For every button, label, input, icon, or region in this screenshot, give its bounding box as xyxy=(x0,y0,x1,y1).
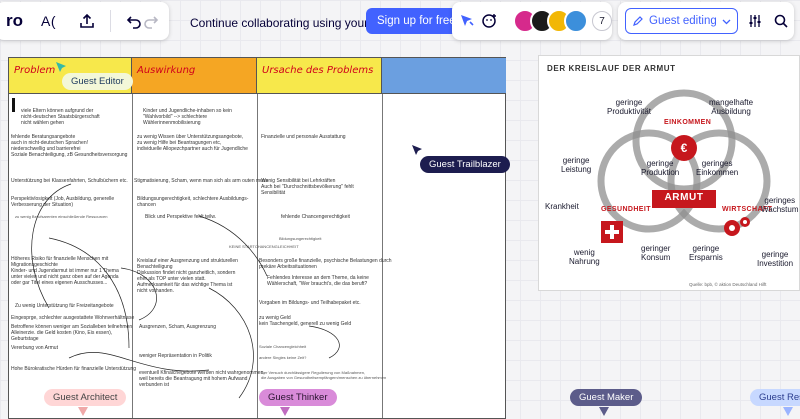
sticky-note[interactable]: Unterstützung bei Klassenfahrten, Schulb… xyxy=(11,178,128,184)
comment-add-icon[interactable] xyxy=(479,6,502,36)
section-gesundheit: GESUNDHEIT xyxy=(601,206,651,213)
sticky-note[interactable]: Wenig Sensibilität bei Lehrkräften Auch … xyxy=(261,178,354,196)
sticky-note[interactable]: Eingesprge, schlechter ausgestattete Woh… xyxy=(11,315,134,321)
image-source: Quelle: bpb, © aktion Deutschland Hilft xyxy=(689,282,767,287)
label-geringe-produktion: geringe Produktion xyxy=(641,159,680,177)
sticky-note[interactable]: Kinder und Jugendliche-inhaben so kein "… xyxy=(143,108,232,126)
poverty-cycle-image[interactable]: DER KREISLAUF DER ARMUT € ARMUT EINKOMME… xyxy=(538,55,800,291)
pencil-icon xyxy=(633,16,643,26)
label-geringe-investition: geringe Investition xyxy=(757,250,794,268)
label-geringes-einkommen: geringes Einkommen xyxy=(696,159,739,177)
sticky-note[interactable]: andere Singles keine Zeit? xyxy=(259,355,306,360)
label-geringe-leistung: geringe Leistung xyxy=(561,156,592,174)
sticky-note[interactable]: Soziale Chancengleichheit xyxy=(259,344,306,349)
sticky-note[interactable]: KEINE STARTCHANCENGLEICHHEIT xyxy=(229,244,299,249)
guest-editing-label: Guest editing xyxy=(649,15,717,27)
label-geringe-produktivitaet: geringe Produktivität xyxy=(607,98,652,116)
sticky-note[interactable]: Vererbung von Armut xyxy=(11,345,58,351)
sticky-note[interactable]: fehlende Beratungsangebote auch in nicht… xyxy=(11,134,127,158)
cursor-arrow-maker xyxy=(599,407,609,416)
header-empty[interactable] xyxy=(382,58,506,94)
sticky-note[interactable]: zu wenig Berufsarenten einschließende Re… xyxy=(15,214,108,219)
sticky-note[interactable]: Blick und Perspektive fehlt teilw. xyxy=(145,214,216,220)
label-geringe-ersparnis: geringe Ersparnis xyxy=(689,244,723,262)
sticky-note[interactable]: Perspektivlosigkeit (Job, Ausbildung, ge… xyxy=(11,196,114,208)
sticky-note[interactable]: eventuell Kfinalchegebote werden nicht w… xyxy=(139,370,265,388)
right-toolbar: 7 xyxy=(452,2,612,40)
reactions-icon[interactable] xyxy=(456,6,479,36)
app-logo[interactable]: ro xyxy=(4,11,23,31)
center-text: ARMUT xyxy=(664,192,704,203)
header-problem-label: Problem xyxy=(14,65,56,76)
participant-count[interactable]: 7 xyxy=(592,11,612,31)
sticky-note[interactable]: Vorgaben im Bildungs- und Teilhabepaket … xyxy=(259,300,361,306)
sticky-note[interactable]: viele Eltern können aufgrund der nicht-d… xyxy=(21,108,100,126)
problem-table-frame[interactable]: Problem Auswirkung Ursache des Problems … xyxy=(8,57,506,419)
sticky-note[interactable]: weniger Repräsentation in Politik xyxy=(139,353,212,359)
sticky-note[interactable]: Besonders große finanzielle, psychische … xyxy=(259,258,392,270)
board-name[interactable]: A( xyxy=(41,13,56,29)
chevron-down-icon xyxy=(722,19,731,24)
cursor-arrow-rese xyxy=(783,407,793,416)
header-auswirkung[interactable]: Auswirkung xyxy=(132,58,257,94)
header-ursache[interactable]: Ursache des Problems xyxy=(257,58,382,94)
cursor-guest-thinker: Guest Thinker xyxy=(259,389,337,406)
sticky-note[interactable]: Zu wenig Unterstützung für Freizeitangeb… xyxy=(15,303,114,309)
header-ursache-label: Ursache des Problems xyxy=(262,65,374,76)
avatar[interactable] xyxy=(564,9,588,33)
label-wenig-nahrung: wenig Nahrung xyxy=(569,248,600,266)
label-geringer-konsum: geringer Konsum xyxy=(641,244,671,262)
header-auswirkung-label: Auswirkung xyxy=(137,65,196,76)
sticky-note[interactable]: Fehlendes Interesse an dem Theme, da kei… xyxy=(267,275,369,287)
section-einkommen: EINKOMMEN xyxy=(664,119,712,126)
toolbar-divider xyxy=(110,10,111,32)
label-mangelhafte-ausbildung: mangelhafte Ausbildung xyxy=(709,98,754,116)
sticky-note[interactable]: Stigmatisierung, Scham, wenn man sich al… xyxy=(134,178,268,184)
sticky-note[interactable]: Finanzielle und personale Ausstattung xyxy=(261,134,346,140)
sticky-note[interactable]: fehlende Chancengerechtigkeit xyxy=(281,214,350,220)
cursor-guest-rese: Guest Rese xyxy=(750,389,800,406)
guest-editing-dropdown[interactable]: Guest editing xyxy=(625,8,738,34)
redo-icon[interactable] xyxy=(136,6,166,36)
sticky-note[interactable]: Höheres Risiko für finanzielle Menschen … xyxy=(11,256,119,286)
sticky-note[interactable]: Kreislauf einer Ausgrenzung und struktur… xyxy=(137,258,238,294)
search-icon[interactable] xyxy=(768,6,794,36)
label-geringes-wachstum: geringes Wachstum xyxy=(761,196,799,214)
sticky-note[interactable]: Bildungsungerechtigkeit, schlechtere Aus… xyxy=(137,196,248,208)
sticky-note[interactable]: Ausgrenzen, Scham, Ausgrenzung xyxy=(139,324,216,330)
right-toolbar-2: Guest editing xyxy=(618,2,794,40)
cursor-guest-trailblazer: Guest Trailblazer xyxy=(420,156,510,173)
sticky-note[interactable]: zu wenig Wissen über Unterstützungsangeb… xyxy=(137,134,248,152)
cursor-arrow-trailblazer xyxy=(412,145,422,155)
participant-avatars[interactable]: 7 xyxy=(513,9,612,33)
text-caret xyxy=(12,98,15,112)
cursor-guest-editor: Guest Editor xyxy=(62,73,133,90)
upload-icon[interactable] xyxy=(72,6,102,36)
label-krankheit: Krankheit xyxy=(545,202,579,211)
svg-text:€: € xyxy=(681,141,688,155)
sticky-note[interactable]: Betroffene können weniger am Sozialleben… xyxy=(11,324,132,342)
cursor-arrow-architect xyxy=(78,407,88,416)
sliders-icon[interactable] xyxy=(742,6,768,36)
cursor-guest-maker: Guest Maker xyxy=(570,389,643,406)
cursor-arrow-thinker xyxy=(280,407,290,416)
sticky-note[interactable]: Hohe Bürokratische Hürden für finanziell… xyxy=(11,366,136,372)
cursor-arrow-editor xyxy=(56,62,66,72)
sticky-note[interactable]: Der Versuch durchlässigere Regulierung v… xyxy=(261,370,386,380)
sticky-note[interactable]: Bildungsungerechtigkeit xyxy=(279,236,321,241)
sticky-note[interactable]: zu wenig Geld kein Taschengeld, generell… xyxy=(259,315,351,327)
cursor-guest-architect: Guest Architect xyxy=(44,389,127,406)
